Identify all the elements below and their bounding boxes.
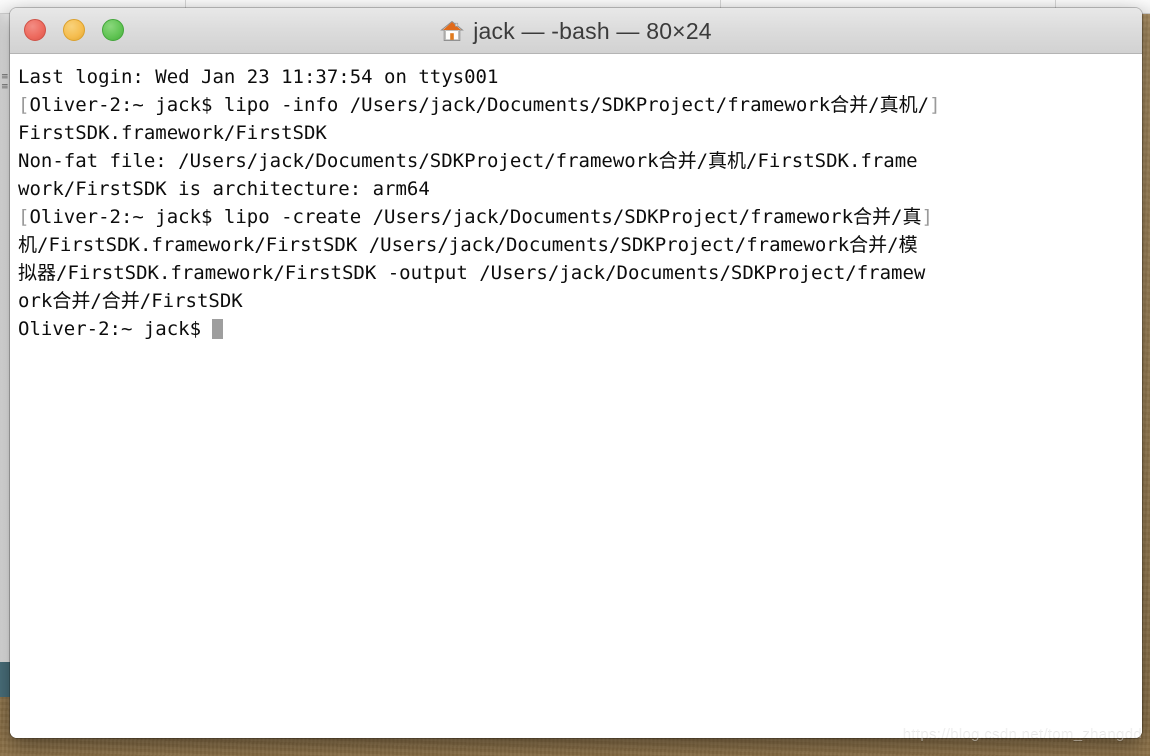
minimize-button[interactable] xyxy=(63,19,85,41)
terminal-line-prefix: [ xyxy=(18,206,30,228)
terminal-line-text: Oliver-2:~ jack$ xyxy=(18,318,213,340)
terminal-line-text: Oliver-2:~ jack$ lipo -info /Users/jack/… xyxy=(29,94,930,116)
zoom-button[interactable] xyxy=(102,19,124,41)
terminal-line: [Oliver-2:~ jack$ lipo -create /Users/ja… xyxy=(18,203,1142,231)
terminal-line-text: ork合并/合并/FirstSDK xyxy=(18,290,243,312)
terminal-window[interactable]: jack — -bash — 80×24 Last login: Wed Jan… xyxy=(10,8,1142,738)
watermark: https://blog.csdn.net/tom_zhangdd xyxy=(902,725,1142,742)
terminal-line-text: work/FirstSDK is architecture: arm64 xyxy=(18,178,430,200)
terminal-line: 机/FirstSDK.framework/FirstSDK /Users/jac… xyxy=(18,231,1142,259)
terminal-line-text: Non-fat file: /Users/jack/Documents/SDKP… xyxy=(18,150,918,172)
terminal-line-text: 机/FirstSDK.framework/FirstSDK /Users/jac… xyxy=(18,234,918,256)
terminal-line: [Oliver-2:~ jack$ lipo -info /Users/jack… xyxy=(18,91,1142,119)
window-title: jack — -bash — 80×24 xyxy=(473,17,712,44)
terminal-line-suffix: ] xyxy=(929,94,941,116)
window-controls[interactable] xyxy=(24,19,124,41)
window-title-group: jack — -bash — 80×24 xyxy=(10,8,1142,54)
terminal-line: Last login: Wed Jan 23 11:37:54 on ttys0… xyxy=(18,63,1142,91)
terminal-line-text: FirstSDK.framework/FirstSDK xyxy=(18,122,327,144)
close-button[interactable] xyxy=(24,19,46,41)
desktop-background: ≡ ≡ jack — -bash — 80×24 Last login: Wed… xyxy=(0,0,1150,756)
terminal-line: Non-fat file: /Users/jack/Documents/SDKP… xyxy=(18,147,1142,175)
terminal-line: FirstSDK.framework/FirstSDK xyxy=(18,119,1142,147)
window-titlebar[interactable]: jack — -bash — 80×24 xyxy=(10,8,1142,54)
terminal-line: work/FirstSDK is architecture: arm64 xyxy=(18,175,1142,203)
terminal-line-prefix: [ xyxy=(18,94,30,116)
terminal-line-suffix: ] xyxy=(921,206,933,228)
terminal-line-text: 拟器/FirstSDK.framework/FirstSDK -output /… xyxy=(18,262,926,284)
terminal-line-text: Oliver-2:~ jack$ lipo -create /Users/jac… xyxy=(29,206,922,228)
home-icon xyxy=(440,20,465,41)
terminal-cursor xyxy=(212,319,224,339)
terminal-line: Oliver-2:~ jack$ xyxy=(18,315,1142,343)
terminal-line: 拟器/FirstSDK.framework/FirstSDK -output /… xyxy=(18,259,1142,287)
terminal-line: ork合并/合并/FirstSDK xyxy=(18,287,1142,315)
terminal-lines: Last login: Wed Jan 23 11:37:54 on ttys0… xyxy=(18,63,1142,343)
terminal-output-area[interactable]: Last login: Wed Jan 23 11:37:54 on ttys0… xyxy=(10,54,1142,738)
terminal-line-text: Last login: Wed Jan 23 11:37:54 on ttys0… xyxy=(18,66,499,88)
